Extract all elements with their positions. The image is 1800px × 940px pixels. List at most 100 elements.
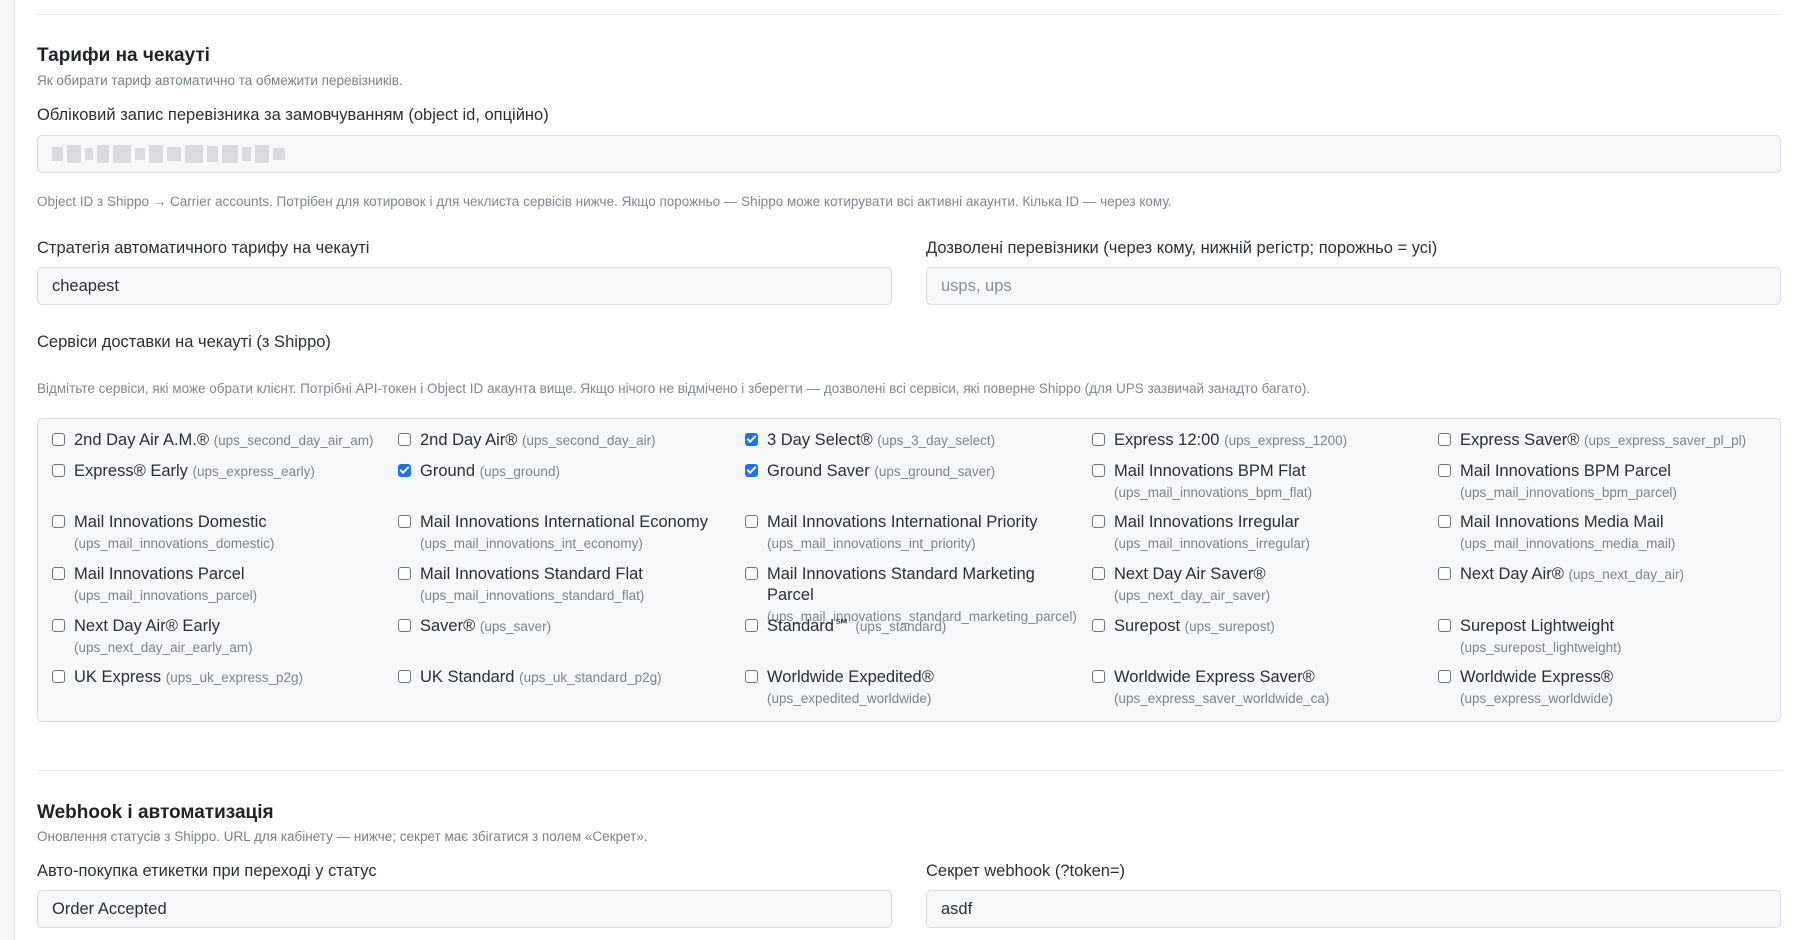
service-option[interactable]: Mail Innovations BPM Flat (ups_mail_inno… [1092,461,1422,503]
service-code: (ups_mail_innovations_irregular) [1114,536,1310,551]
service-option-text: UK Express (ups_uk_express_p2g) [74,667,303,688]
service-option[interactable]: Mail Innovations BPM Parcel (ups_mail_in… [1438,461,1768,503]
service-code: (ups_saver) [479,619,552,634]
strategy-field[interactable]: cheapest [37,267,892,305]
service-option[interactable]: Express 12:00 (ups_express_1200) [1092,430,1422,451]
service-option[interactable]: Ground Saver (ups_ground_saver) [745,461,1075,482]
service-option-text: Ground (ups_ground) [420,461,560,482]
service-option[interactable]: Surepost (ups_surepost) [1092,616,1422,637]
service-option[interactable]: Worldwide Expedited® (ups_expedited_worl… [745,667,1075,709]
checkbox[interactable] [398,567,411,580]
service-code: (ups_ground) [479,464,560,479]
service-option[interactable]: Next Day Air® (ups_next_day_air) [1438,564,1768,585]
service-option[interactable]: 2nd Day Air® (ups_second_day_air) [398,430,728,451]
service-option[interactable]: Next Day Air® Early (ups_next_day_air_ea… [52,616,382,658]
service-code: (ups_next_day_air) [1568,567,1685,582]
checkbox[interactable] [1438,433,1451,446]
service-option[interactable]: Saver® (ups_saver) [398,616,728,637]
autobuy-status-select[interactable]: Order Accepted [37,890,892,928]
webhook-secret-input[interactable]: asdf [926,890,1781,928]
checkbox[interactable] [398,433,411,446]
service-option[interactable]: Mail Innovations Irregular (ups_mail_inn… [1092,512,1422,554]
checkbox[interactable] [1438,670,1451,683]
checkbox[interactable] [745,567,758,580]
service-code: (ups_express_saver_pl_pl) [1584,433,1747,448]
service-option-text: 2nd Day Air® (ups_second_day_air) [420,430,656,451]
default-account-help: Object ID з Shippo → Carrier accounts. П… [37,194,1172,209]
checkbox[interactable] [1092,515,1105,528]
checkbox[interactable] [398,619,411,632]
checkbox[interactable] [52,433,65,446]
checkbox-checked[interactable] [745,464,758,477]
service-option[interactable]: Standard℠ (ups_standard) [745,616,1075,637]
redacted-value [52,142,285,166]
service-option[interactable]: Mail Innovations Parcel (ups_mail_innova… [52,564,382,606]
service-code: (ups_expedited_worldwide) [767,691,932,706]
checkbox[interactable] [745,619,758,632]
checkbox[interactable] [52,619,65,632]
checkbox-checked[interactable] [745,433,758,446]
service-code: (ups_express_1200) [1224,433,1348,448]
service-option-text: Express 12:00 (ups_express_1200) [1114,430,1347,451]
service-name: UK Standard [420,668,515,686]
checkbox[interactable] [1438,619,1451,632]
service-option[interactable]: Worldwide Express® (ups_express_worldwid… [1438,667,1768,709]
service-option-text: Saver® (ups_saver) [420,616,551,637]
carriers-input[interactable]: usps, ups [926,267,1781,305]
checkbox[interactable] [1092,619,1105,632]
service-code: (ups_mail_innovations_domestic) [74,536,275,551]
checkbox[interactable] [1438,515,1451,528]
service-option-text: Next Day Air® (ups_next_day_air) [1460,564,1684,585]
checkbox-checked[interactable] [398,464,411,477]
service-name: Next Day Air® [1460,565,1564,583]
checkbox[interactable] [398,670,411,683]
strategy-value: cheapest [52,276,119,295]
service-option[interactable]: Next Day Air Saver® (ups_next_day_air_sa… [1092,564,1422,606]
checkbox[interactable] [1092,464,1105,477]
checkbox[interactable] [398,515,411,528]
checkbox[interactable] [52,464,65,477]
service-name: 2nd Day Air A.M.® [74,431,210,449]
checkbox[interactable] [52,670,65,683]
service-option[interactable]: Mail Innovations Domestic (ups_mail_inno… [52,512,382,554]
service-option[interactable]: Mail Innovations International Economy (… [398,512,728,554]
service-option[interactable]: Worldwide Express Saver® (ups_express_sa… [1092,667,1422,709]
service-name: Worldwide Express® [1460,668,1614,686]
service-option-text: Mail Innovations International Economy (… [420,512,728,554]
service-option[interactable]: 3 Day Select® (ups_3_day_select) [745,430,1075,451]
service-code: (ups_mail_innovations_bpm_flat) [1114,485,1313,500]
service-name: 2nd Day Air® [420,431,518,449]
strategy-label: Стратегія автоматичного тарифу на чекаут… [37,239,370,257]
checkbox[interactable] [52,515,65,528]
service-option-text: Mail Innovations Media Mail (ups_mail_in… [1460,512,1768,554]
service-option[interactable]: Express® Early (ups_express_early) [52,461,382,482]
default-account-input[interactable] [37,135,1781,173]
checkbox[interactable] [745,515,758,528]
checkbox[interactable] [1092,567,1105,580]
service-option[interactable]: UK Express (ups_uk_express_p2g) [52,667,382,688]
service-option[interactable]: Mail Innovations Standard Flat (ups_mail… [398,564,728,606]
service-option[interactable]: Mail Innovations International Priority … [745,512,1075,554]
service-option[interactable]: UK Standard (ups_uk_standard_p2g) [398,667,728,688]
checkbox[interactable] [1438,464,1451,477]
checkbox[interactable] [1092,433,1105,446]
default-account-label: Обліковий запис перевізника за замовчува… [37,106,549,124]
service-option[interactable]: Mail Innovations Media Mail (ups_mail_in… [1438,512,1768,554]
service-name: UK Express [74,668,162,686]
checkbox[interactable] [52,567,65,580]
autobuy-label: Авто-покупка етикетки при переході у ста… [37,862,377,880]
service-option-text: 3 Day Select® (ups_3_day_select) [767,430,995,451]
service-option[interactable]: 2nd Day Air A.M.® (ups_second_day_air_am… [52,430,382,451]
service-option[interactable]: Surepost Lightweight (ups_surepost_light… [1438,616,1768,658]
section-title-checkout-rates: Тарифи на чекауті [37,45,210,66]
checkbox[interactable] [1092,670,1105,683]
service-code: (ups_express_early) [192,464,315,479]
service-option[interactable]: Ground (ups_ground) [398,461,728,482]
checkbox[interactable] [745,670,758,683]
service-option[interactable]: Express Saver® (ups_express_saver_pl_pl) [1438,430,1768,451]
service-option-text: Standard℠ (ups_standard) [767,616,946,637]
service-option-text: Mail Innovations Standard Flat (ups_mail… [420,564,728,606]
service-name: Mail Innovations Standard Flat [420,565,643,583]
checkbox[interactable] [1438,567,1451,580]
service-code: (ups_express_worldwide) [1460,691,1614,706]
